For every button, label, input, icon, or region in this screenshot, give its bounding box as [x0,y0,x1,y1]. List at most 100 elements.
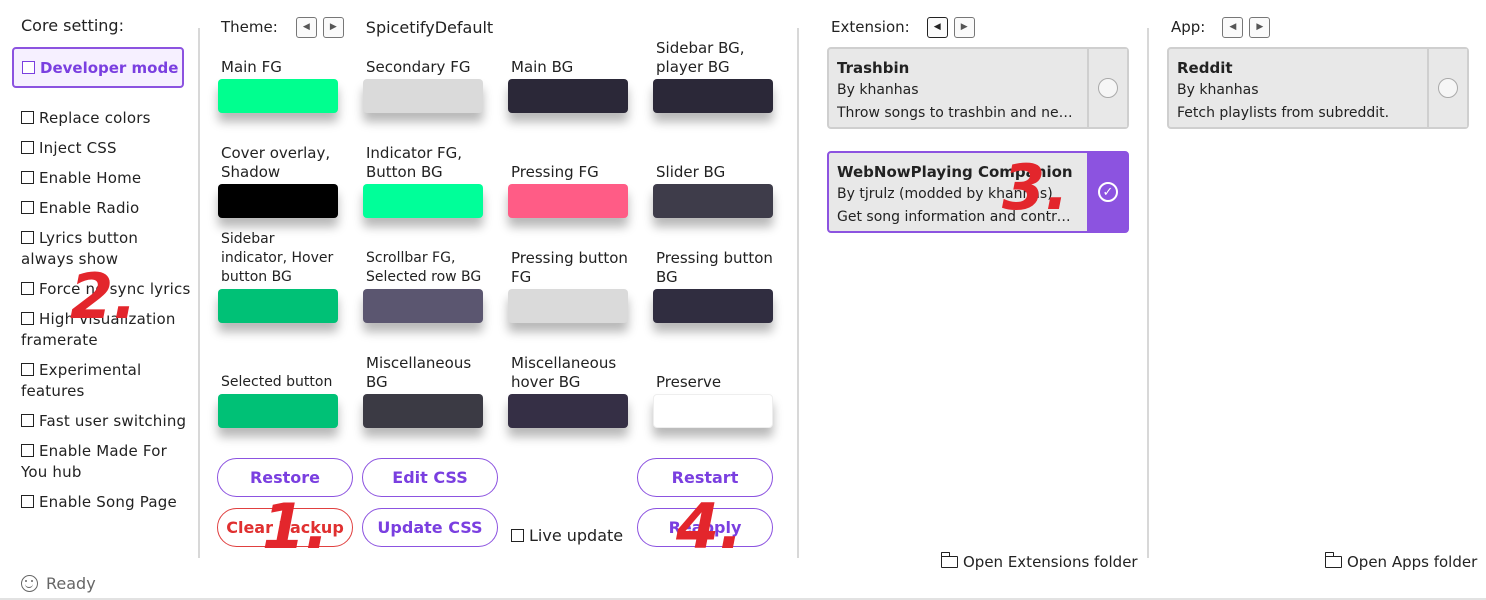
color-swatch[interactable] [508,394,628,428]
checkbox-icon [21,495,34,508]
color-label: Indicator FG, Button BG [366,144,463,181]
color-label: Miscellaneous hover BG [511,354,617,391]
setting-enable-song-page[interactable]: Enable Song Page [21,492,193,513]
extension-card-webnowplaying[interactable]: WebNowPlaying Companion By tjrulz (modde… [827,151,1129,233]
app-prev-button[interactable]: ◀ [1222,16,1244,38]
arrow-right-icon: ▶ [1256,22,1264,32]
color-cell: Scrollbar FG, Selected row BG [363,248,488,323]
edit-css-button[interactable]: Edit CSS [362,458,498,497]
setting-made-for-you-hub[interactable]: Enable Made For You hub [21,441,193,483]
open-apps-folder-label: Open Apps folder [1347,553,1478,571]
annotation-2: 2. [70,260,137,333]
folder-open-icon [940,552,958,568]
color-cell: Indicator FG, Button BG [363,143,488,218]
folder-open-icon [1324,552,1342,568]
card-body: Trashbin By khanhas Throw songs to trash… [829,49,1087,127]
color-swatch[interactable] [508,184,628,218]
color-swatch[interactable] [218,79,338,113]
color-label: Main FG [221,58,282,76]
setting-fast-user-switching[interactable]: Fast user switching [21,411,193,432]
color-label: Sidebar indicator, Hover button BG [221,231,334,285]
color-cell: Miscellaneous hover BG [508,353,633,428]
color-cell: Pressing button FG [508,248,633,323]
checkbox-icon [21,444,34,457]
divider [797,28,799,558]
color-label: Secondary FG [366,58,471,76]
live-update-toggle[interactable]: Live update [511,526,623,545]
update-css-button[interactable]: Update CSS [362,508,498,547]
card-toggle[interactable] [1427,49,1467,127]
color-swatch[interactable] [363,184,483,218]
card-body: Reddit By khanhas Fetch playlists from s… [1169,49,1427,127]
extension-prev-button[interactable]: ◀ [926,16,948,38]
setting-replace-colors[interactable]: Replace colors [21,108,193,129]
developer-mode-label: Developer mode [40,58,179,77]
color-label: Miscellaneous BG [366,354,472,391]
extension-card-trashbin[interactable]: Trashbin By khanhas Throw songs to trash… [827,47,1129,129]
extension-title: Extension: [831,18,910,36]
checkbox-icon [21,171,34,184]
checkbox-icon [21,141,34,154]
annotation-3: 3. [1002,151,1069,224]
color-swatch[interactable] [653,289,773,323]
arrow-right-icon: ▶ [960,22,968,32]
theme-name: SpicetifyDefault [365,17,494,37]
color-swatch[interactable] [653,79,773,113]
color-swatch[interactable] [653,184,773,218]
color-cell: Pressing button BG [653,248,778,323]
card-description: Throw songs to trashbin and never hear t… [837,105,1079,121]
checkbox-icon [21,111,34,124]
color-cell: Sidebar indicator, Hover button BG [218,231,343,323]
color-swatch[interactable] [218,289,338,323]
card-title: Reddit [1177,59,1233,77]
app-card-reddit[interactable]: Reddit By khanhas Fetch playlists from s… [1167,47,1469,129]
arrow-left-icon: ◀ [1229,22,1237,32]
smiley-icon [21,575,38,592]
checkbox-icon [21,363,34,376]
open-extensions-folder-link[interactable]: Open Extensions folder [940,552,1138,571]
color-swatch[interactable] [218,184,338,218]
theme-prev-button[interactable]: ◀ [295,16,317,38]
color-label: Preserve [656,373,722,391]
color-swatch[interactable] [363,289,483,323]
card-toggle[interactable] [1087,49,1127,127]
card-toggle[interactable]: ✓ [1087,153,1127,231]
checkbox-icon [21,414,34,427]
setting-enable-home[interactable]: Enable Home [21,168,193,189]
color-swatch[interactable] [508,289,628,323]
color-cell: Secondary FG [363,38,488,113]
color-label: Pressing button FG [511,249,628,286]
color-cell: Main FG [218,38,343,113]
setting-inject-css[interactable]: Inject CSS [21,138,193,159]
developer-mode-toggle[interactable]: Developer mode [12,47,184,88]
status-text: Ready [46,574,96,593]
color-label: Pressing FG [511,163,599,181]
arrow-left-icon: ◀ [933,22,941,32]
color-swatch[interactable] [218,394,338,428]
checkbox-icon [21,312,34,325]
color-label: Sidebar BG, player BG [656,39,745,76]
card-author: By khanhas [837,82,919,98]
arrow-right-icon: ▶ [329,22,337,32]
color-cell: Miscellaneous BG [363,353,488,428]
open-apps-folder-link[interactable]: Open Apps folder [1324,552,1478,571]
setting-experimental-features[interactable]: Experimental features [21,360,193,402]
divider [1147,28,1149,558]
color-cell: Selected button [218,353,343,428]
radio-off-icon [1438,78,1458,98]
theme-next-button[interactable]: ▶ [322,16,344,38]
extension-next-button[interactable]: ▶ [953,16,975,38]
radio-off-icon [1098,78,1118,98]
color-swatch[interactable] [508,79,628,113]
color-swatch[interactable] [653,394,773,428]
annotation-1: 1. [262,490,329,563]
app-next-button[interactable]: ▶ [1249,16,1271,38]
checkbox-icon [21,231,34,244]
color-swatch[interactable] [363,394,483,428]
setting-enable-radio[interactable]: Enable Radio [21,198,193,219]
card-title: Trashbin [837,59,910,77]
color-swatch[interactable] [363,79,483,113]
open-extensions-folder-label: Open Extensions folder [963,553,1138,571]
check-circle-icon: ✓ [1098,182,1118,202]
annotation-4: 4. [676,490,743,563]
